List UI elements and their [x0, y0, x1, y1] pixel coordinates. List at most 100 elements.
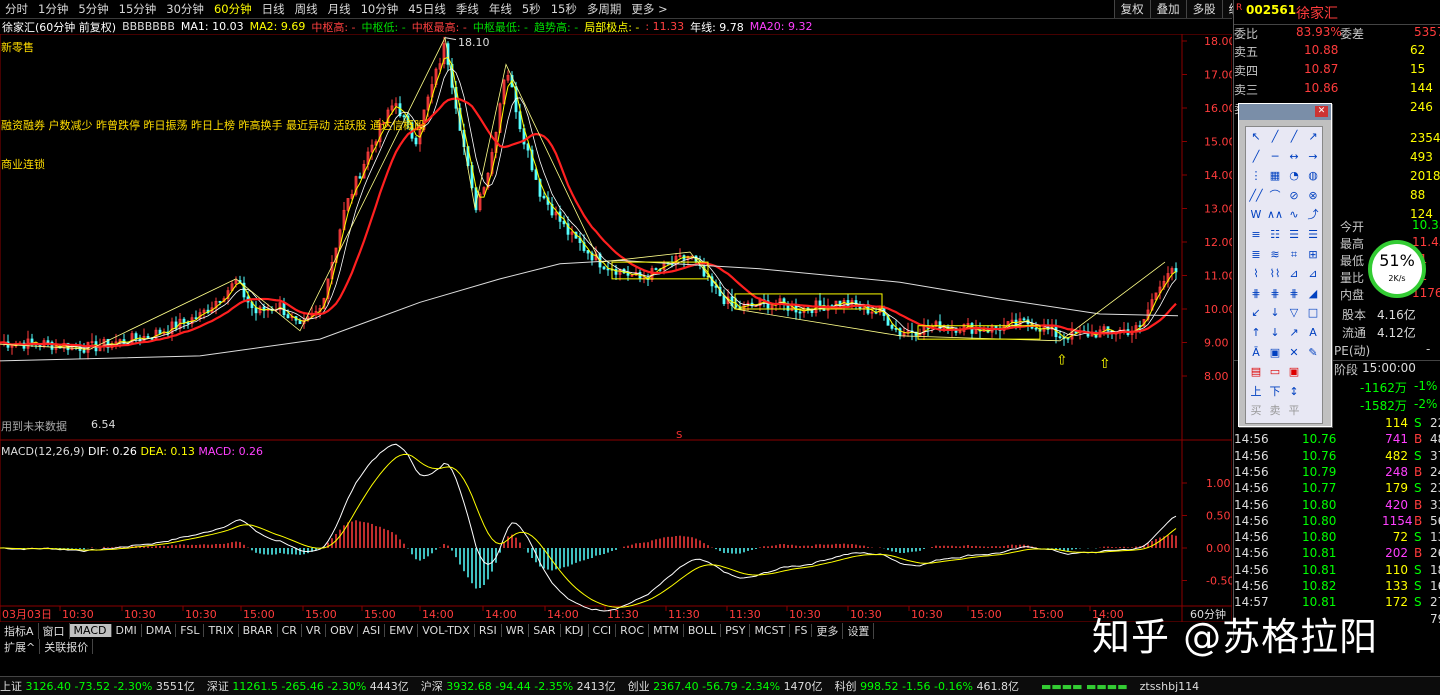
indicator-tab-24[interactable]: FS [790, 624, 813, 637]
draw-tool-icon[interactable]: ⋕ [1248, 286, 1264, 302]
draw-tool-icon[interactable]: ─ [1267, 149, 1283, 165]
draw-tool-icon[interactable]: □ [1305, 305, 1321, 321]
indicator-tab-19[interactable]: ROC [616, 624, 650, 637]
indicator-tab-9[interactable]: VR [302, 624, 327, 637]
period-0[interactable]: 分时 [0, 1, 33, 17]
draw-tool-icon[interactable]: ⤴ [1305, 207, 1321, 223]
draw-tool-icon[interactable]: 买 [1248, 403, 1264, 419]
draw-tool-icon[interactable]: ╱ [1267, 129, 1283, 145]
func-button-1[interactable]: 叠加 [1149, 0, 1186, 18]
draw-tool-icon[interactable]: ╱ [1286, 129, 1302, 145]
indicator-tab-20[interactable]: MTM [649, 624, 684, 637]
draw-tool-icon[interactable]: ≡ [1248, 227, 1264, 243]
close-icon[interactable]: ✕ [1315, 106, 1328, 117]
period-8[interactable]: 月线 [323, 1, 356, 17]
ext-tab-0[interactable]: 扩展^ [0, 639, 41, 654]
index-quote-2[interactable]: 沪深 3932.68 -94.44 -2.35% 2413亿 [421, 678, 616, 694]
draw-tool-icon[interactable]: ↔ [1286, 149, 1302, 165]
draw-tool-icon[interactable]: ⊗ [1305, 188, 1321, 204]
draw-tool-icon[interactable]: ▭ [1267, 364, 1283, 380]
indicator-tab-18[interactable]: CCI [589, 624, 617, 637]
indicator-tab-12[interactable]: EMV [385, 624, 419, 637]
period-1[interactable]: 1分钟 [33, 1, 73, 17]
draw-tool-icon[interactable]: ◢ [1305, 286, 1321, 302]
drawing-tools-palette[interactable]: ✕ ↖ ╱ ╱ ↗ ╱ ─ ↔ → ⋮ ▦ ◔ ◍ ╱╱ ⌒ ⊘ ⊗ W ∧∧ ∿ ⤴ ≡ ☷ ☰ ☰ ≣ ≋ ⌗ ⊞ ⌇ ⌇⌇ ⊿ ⊿ ⋕ ⋕ ⋕… [1238, 103, 1332, 427]
draw-tool-icon[interactable]: ▦ [1267, 168, 1283, 184]
indicator-tab-11[interactable]: ASI [358, 624, 386, 637]
draw-tool-icon[interactable]: ⊘ [1286, 188, 1302, 204]
period-13[interactable]: 5秒 [517, 1, 546, 17]
indicator-tab-25[interactable]: 更多 [812, 622, 844, 639]
draw-tool-icon[interactable]: 上 [1248, 384, 1264, 400]
period-12[interactable]: 年线 [484, 1, 517, 17]
draw-tool-icon[interactable]: ⊿ [1305, 266, 1321, 282]
indicator-tab-21[interactable]: BOLL [684, 624, 722, 637]
draw-tool-icon[interactable]: ≣ [1248, 247, 1264, 263]
draw-tool-icon[interactable]: ╱╱ [1248, 188, 1264, 204]
draw-tool-icon[interactable]: ▤ [1248, 364, 1264, 380]
draw-tool-icon[interactable]: 下 [1267, 384, 1283, 400]
period-4[interactable]: 30分钟 [161, 1, 209, 17]
draw-tool-icon[interactable]: ↑ [1248, 325, 1264, 341]
period-9[interactable]: 10分钟 [356, 1, 404, 17]
indicator-tab-13[interactable]: VOL-TDX [418, 624, 475, 637]
draw-tool-icon[interactable]: ↕ [1286, 384, 1302, 400]
draw-tool-icon[interactable]: → [1305, 149, 1321, 165]
draw-tool-icon[interactable]: ⌇ [1248, 266, 1264, 282]
indicator-tab-6[interactable]: TRIX [204, 624, 239, 637]
draw-tool-icon[interactable]: A [1305, 325, 1321, 341]
indicator-tab-8[interactable]: CR [278, 624, 302, 637]
period-10[interactable]: 45日线 [403, 1, 451, 17]
draw-tool-icon[interactable]: Ā [1248, 345, 1264, 361]
index-quote-3[interactable]: 创业 2367.40 -56.79 -2.34% 1470亿 [628, 678, 823, 694]
func-button-2[interactable]: 多股 [1185, 0, 1222, 18]
draw-tool-icon[interactable]: ↓ [1267, 305, 1283, 321]
indicator-tab-3[interactable]: DMI [112, 624, 142, 637]
index-quote-4[interactable]: 科创 998.52 -1.56 -0.16% 461.8亿 [835, 678, 1019, 694]
period-5[interactable]: 60分钟 [209, 1, 257, 17]
draw-tool-icon[interactable]: 平 [1286, 403, 1302, 419]
draw-tool-icon[interactable]: ⊞ [1305, 247, 1321, 263]
period-16[interactable]: 更多 > [626, 1, 672, 17]
period-6[interactable]: 日线 [257, 1, 290, 17]
draw-tool-icon[interactable]: ⌒ [1267, 188, 1283, 204]
index-quote-1[interactable]: 深证 11261.5 -265.46 -2.30% 4443亿 [207, 678, 409, 694]
draw-tool-icon[interactable]: ⋕ [1267, 286, 1283, 302]
draw-tool-icon[interactable]: ▣ [1267, 345, 1283, 361]
indicator-tab-2[interactable]: MACD [69, 624, 112, 637]
indicator-tab-10[interactable]: OBV [326, 624, 359, 637]
indicator-tab-23[interactable]: MCST [750, 624, 791, 637]
indicator-tab-5[interactable]: FSL [176, 624, 205, 637]
period-15[interactable]: 多周期 [582, 1, 627, 17]
period-2[interactable]: 5分钟 [73, 1, 113, 17]
period-7[interactable]: 周线 [290, 1, 323, 17]
draw-tool-icon[interactable]: ◍ [1305, 168, 1321, 184]
period-3[interactable]: 15分钟 [114, 1, 162, 17]
draw-tool-icon[interactable]: ∿ [1286, 207, 1302, 223]
draw-tool-icon[interactable]: ▣ [1286, 364, 1302, 380]
index-quote-0[interactable]: 上证 3126.40 -73.52 -2.30% 3551亿 [0, 678, 195, 694]
indicator-tab-4[interactable]: DMA [142, 624, 177, 637]
indicator-tab-0[interactable]: 指标A [0, 622, 39, 639]
period-11[interactable]: 季线 [451, 1, 484, 17]
draw-tool-icon[interactable]: ↗ [1286, 325, 1302, 341]
draw-tool-icon[interactable]: ✕ [1286, 345, 1302, 361]
ext-tab-1[interactable]: 关联报价 [40, 639, 94, 654]
draw-tool-icon[interactable]: ⋕ [1286, 286, 1302, 302]
draw-tool-icon[interactable]: ↙ [1248, 305, 1264, 321]
draw-tool-icon[interactable]: ↗ [1305, 129, 1321, 145]
draw-tool-icon[interactable]: ◔ [1286, 168, 1302, 184]
indicator-tab-15[interactable]: WR [502, 624, 530, 637]
indicator-tab-17[interactable]: KDJ [561, 624, 589, 637]
draw-tool-icon[interactable]: ⋮ [1248, 168, 1264, 184]
draw-tool-icon[interactable]: ☰ [1286, 227, 1302, 243]
draw-tool-icon[interactable]: ⌇⌇ [1267, 266, 1283, 282]
indicator-tab-7[interactable]: BRAR [239, 624, 278, 637]
draw-tool-icon[interactable]: ≋ [1267, 247, 1283, 263]
draw-tool-icon[interactable]: ∧∧ [1267, 207, 1283, 223]
draw-tool-icon[interactable]: ╱ [1248, 149, 1264, 165]
indicator-tab-16[interactable]: SAR [529, 624, 561, 637]
draw-tool-icon[interactable]: ↖ [1248, 129, 1264, 145]
draw-tool-icon[interactable]: ☰ [1305, 227, 1321, 243]
period-14[interactable]: 15秒 [546, 1, 582, 17]
